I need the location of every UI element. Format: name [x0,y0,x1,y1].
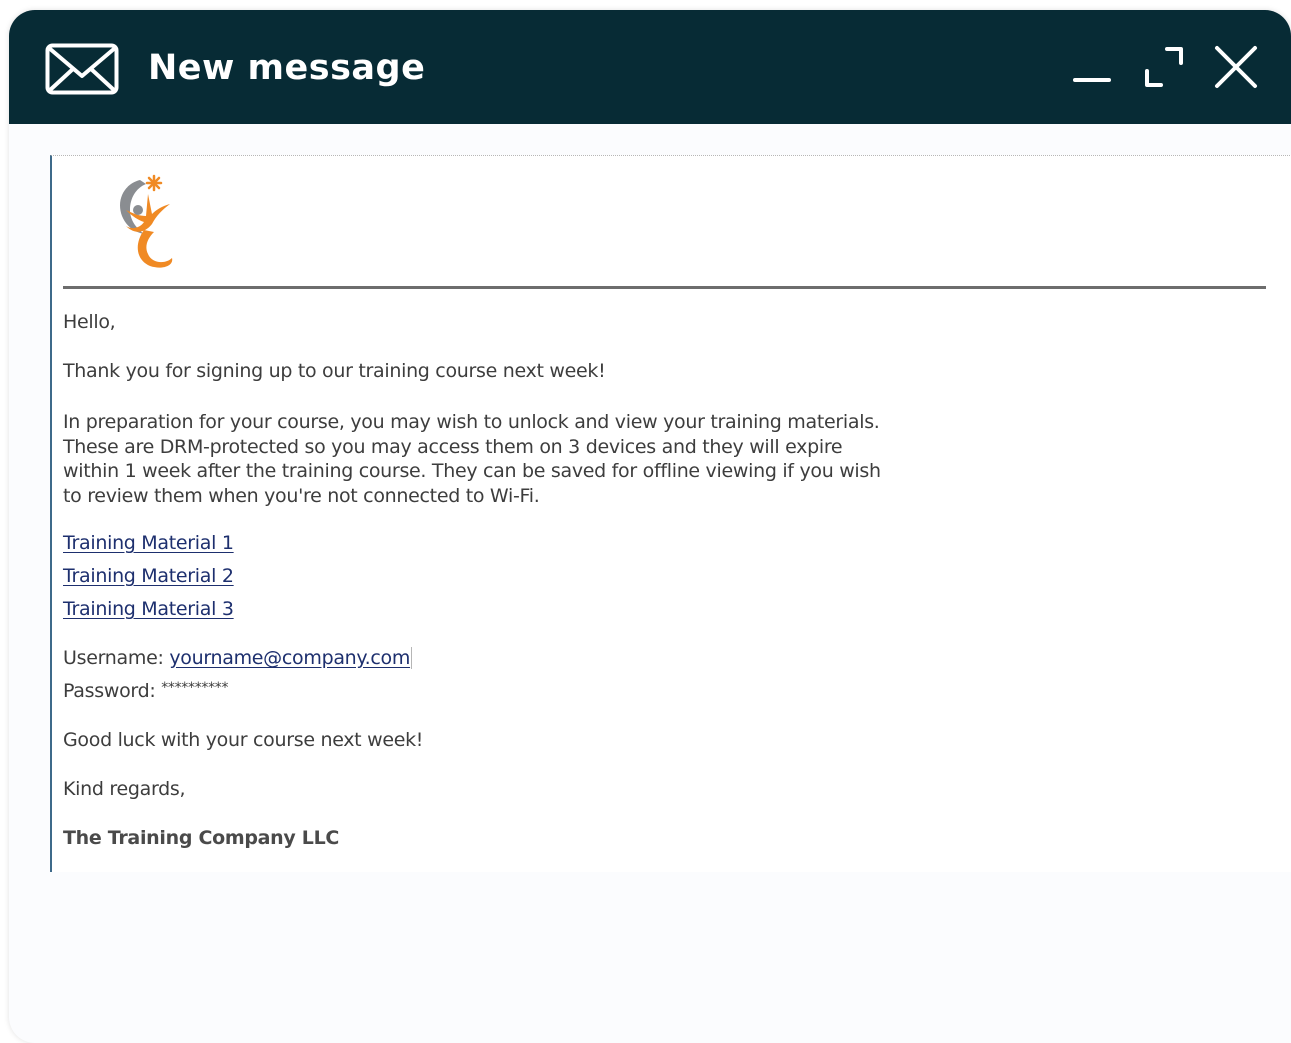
maximize-button[interactable] [1141,44,1187,90]
paragraph-line: to review them when you're not connected… [63,484,540,507]
envelope-icon [45,43,119,95]
email-body[interactable]: Hello, Thank you for signing up to our t… [50,155,1291,872]
minimize-button[interactable] [1069,44,1115,90]
window-title: New message [148,48,426,88]
intro-text: Thank you for signing up to our training… [63,360,606,382]
expand-icon [1141,44,1187,90]
divider [63,286,1266,289]
training-material-link-2[interactable]: Training Material 2 [63,564,234,589]
password-line: Password: ********** [63,679,229,706]
regards-text: Kind regards, [63,778,186,800]
title-bar: New message [9,10,1291,124]
training-material-link-3[interactable]: Training Material 3 [63,597,234,622]
username-label: Username: [63,647,164,669]
company-logo [104,174,180,274]
minimize-icon [1069,44,1115,90]
paragraph-line: within 1 week after the training course.… [63,460,881,482]
username-email-link[interactable]: yourname@company.com [169,647,413,669]
paragraph-line: These are DRM-protected so you may acces… [63,435,843,458]
message-content: Hello, Thank you for signing up to our t… [9,124,1291,1043]
closing-text: Good luck with your course next week! [63,729,424,751]
close-button[interactable] [1212,44,1258,90]
greeting: Hello, [63,311,116,333]
new-message-window: New message Hello, Thank you for signing… [9,10,1291,1043]
password-label: Password: [63,680,156,702]
username-line: Username: yourname@company.com [63,646,413,671]
signature: The Training Company LLC [63,827,340,849]
training-material-link-1[interactable]: Training Material 1 [63,531,234,556]
password-value: ********** [161,680,229,696]
paragraph-line: In preparation for your course, you may … [63,411,880,433]
close-icon [1212,44,1258,90]
info-paragraph: In preparation for your course, you may … [63,410,881,508]
